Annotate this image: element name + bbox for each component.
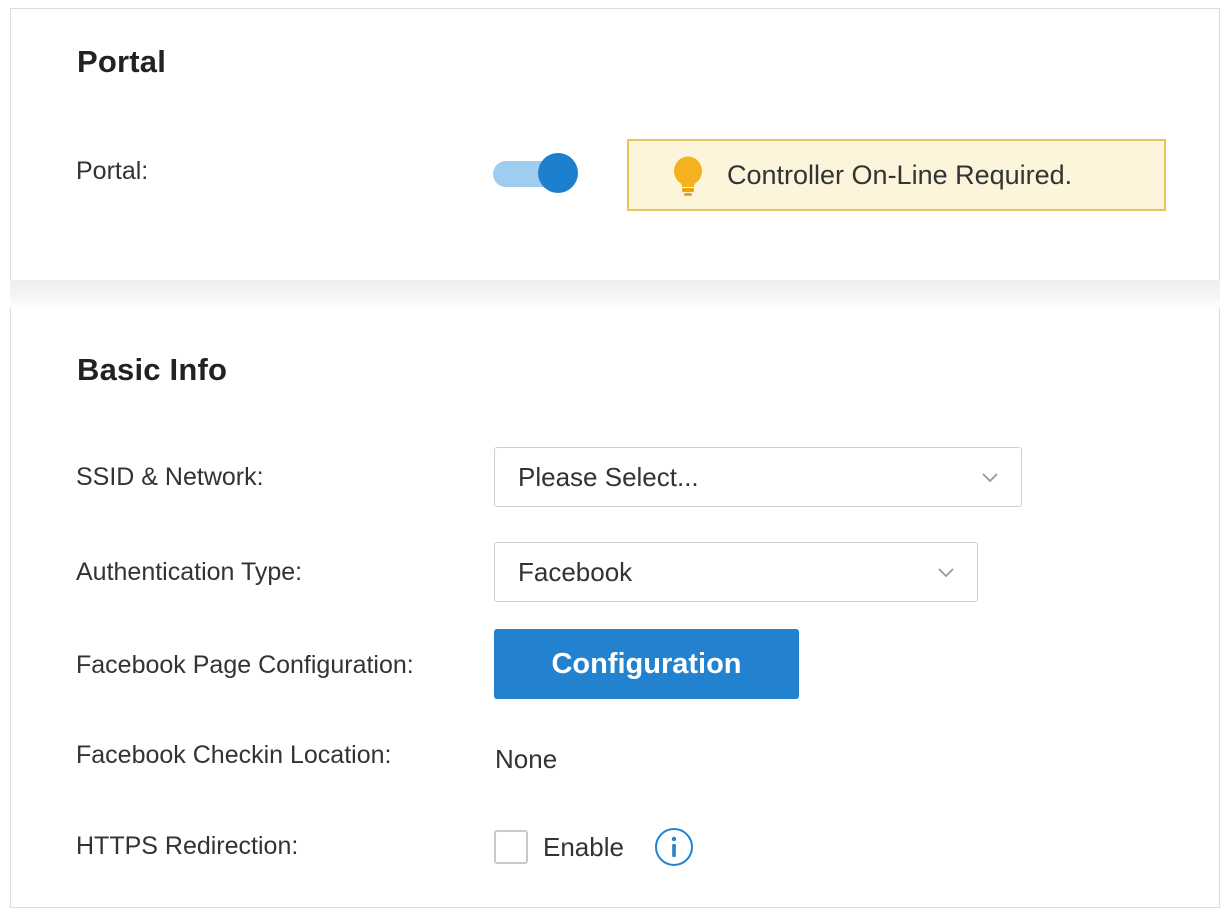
configuration-button[interactable]: Configuration bbox=[494, 629, 799, 699]
portal-label: Portal: bbox=[76, 157, 149, 185]
lightbulb-icon bbox=[674, 156, 702, 196]
controller-online-notice: Controller On-Line Required. bbox=[627, 139, 1166, 211]
facebook-checkin-location-value: None bbox=[495, 744, 558, 774]
ssid-network-label: SSID & Network: bbox=[76, 463, 264, 491]
chevron-down-icon bbox=[938, 568, 954, 578]
portal-toggle[interactable] bbox=[493, 153, 581, 193]
ssid-network-select[interactable]: Please Select... bbox=[494, 447, 1022, 507]
https-enable-label[interactable]: Enable bbox=[543, 832, 624, 863]
authentication-type-value: Facebook bbox=[518, 557, 633, 587]
https-enable-checkbox[interactable] bbox=[494, 830, 528, 864]
info-icon[interactable] bbox=[654, 827, 694, 867]
ssid-network-value: Please Select... bbox=[518, 462, 699, 492]
toggle-knob bbox=[538, 153, 578, 193]
https-redirection-label: HTTPS Redirection: bbox=[76, 832, 299, 860]
chevron-down-icon bbox=[982, 473, 998, 483]
section-divider bbox=[10, 280, 1220, 308]
notice-text: Controller On-Line Required. bbox=[727, 160, 1073, 190]
facebook-page-configuration-label: Facebook Page Configuration: bbox=[76, 651, 414, 679]
facebook-checkin-location-label: Facebook Checkin Location: bbox=[76, 741, 392, 769]
portal-section-title: Portal bbox=[77, 44, 167, 79]
authentication-type-label: Authentication Type: bbox=[76, 558, 303, 586]
basic-info-section-title: Basic Info bbox=[77, 352, 228, 387]
authentication-type-select[interactable]: Facebook bbox=[494, 542, 978, 602]
